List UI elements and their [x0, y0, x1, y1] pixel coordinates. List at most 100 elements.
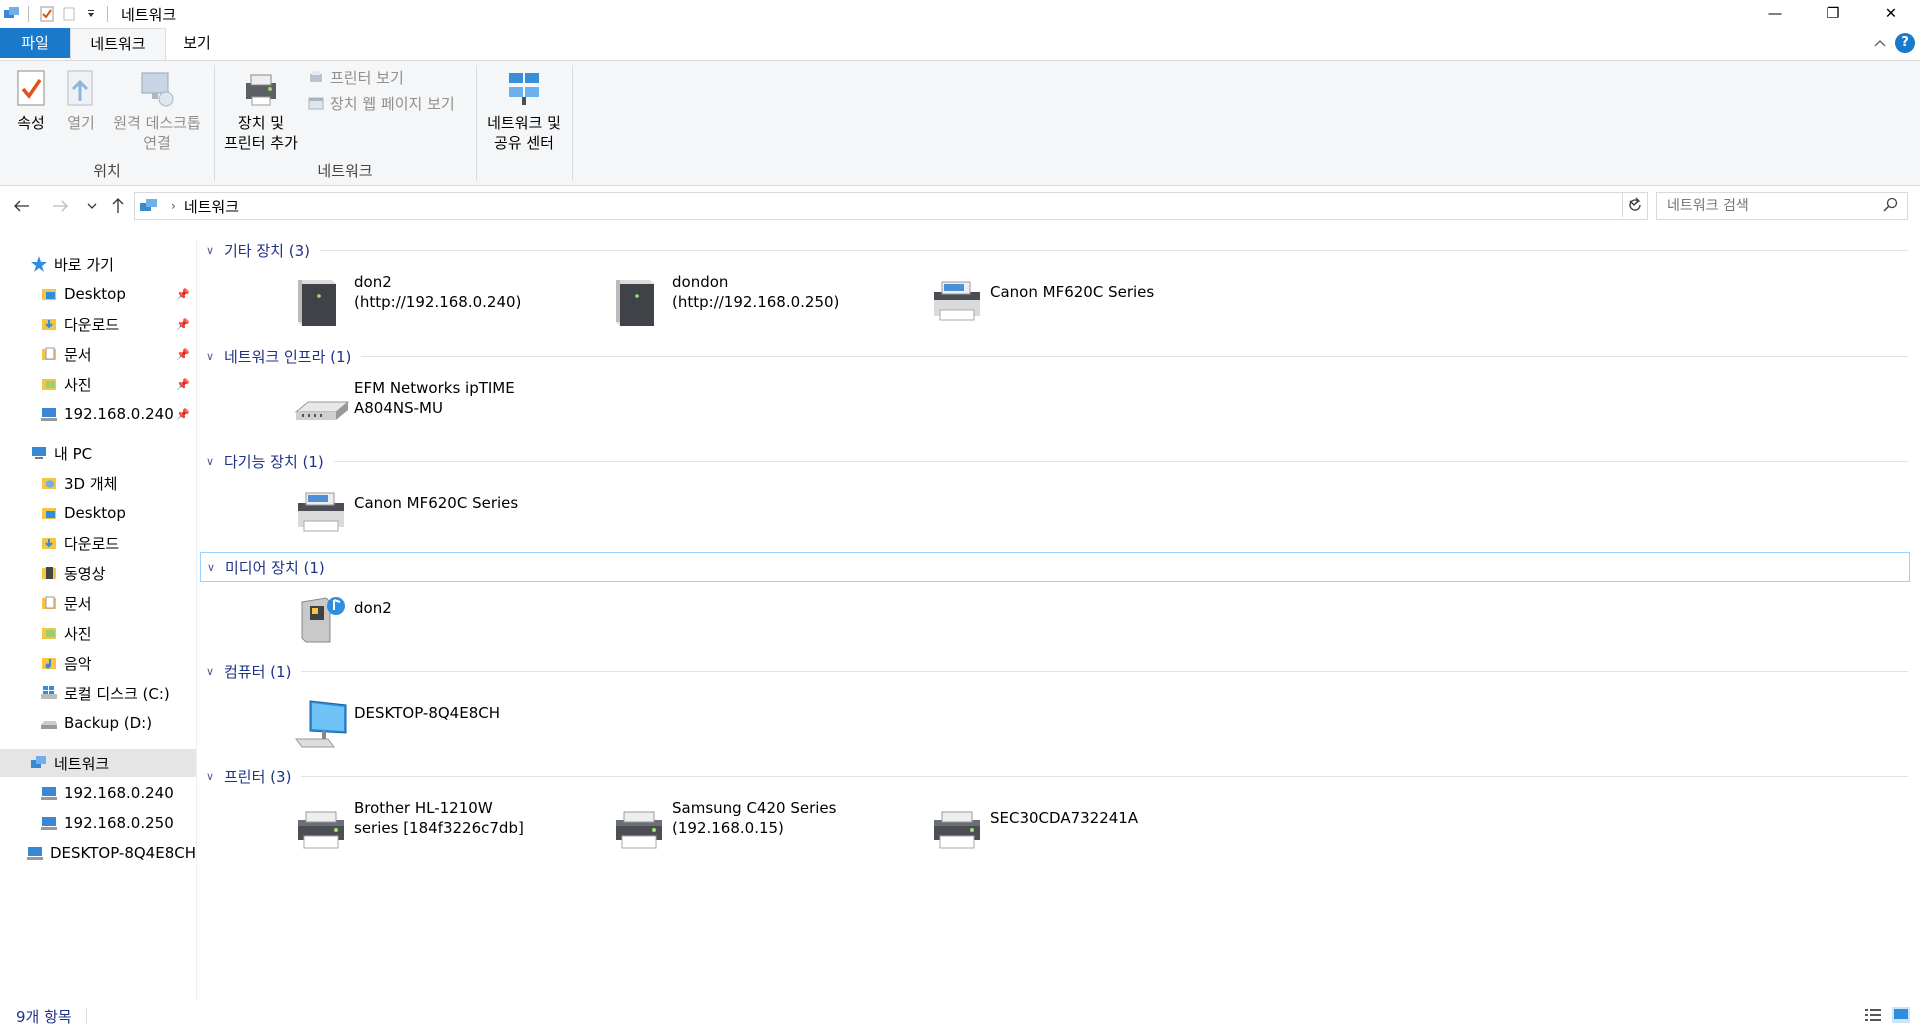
close-button[interactable]: ✕: [1862, 0, 1920, 28]
network-sharing-center-icon: [509, 73, 539, 105]
nav-pc-downloads[interactable]: 다운로드: [0, 529, 196, 557]
view-device-webpage-button[interactable]: 장치 웹 페이지 보기: [308, 93, 455, 114]
folder-documents-icon: [42, 347, 56, 360]
device-tile[interactable]: Canon MF620C Series: [928, 270, 1228, 332]
device-tile[interactable]: SEC30CDA732241A: [928, 796, 1228, 858]
window-controls: — ❐ ✕: [1746, 0, 1920, 28]
device-tile[interactable]: Canon MF620C Series: [292, 481, 592, 543]
printer-icon: [298, 811, 344, 849]
nav-net-250[interactable]: 192.168.0.250: [0, 809, 196, 837]
device-name: DESKTOP-8Q4E8CH: [354, 704, 500, 722]
network-app-icon[interactable]: [2, 4, 22, 24]
nav-qa-ip240[interactable]: 192.168.0.240 📌: [0, 400, 196, 428]
group-label-network: 네트워크: [317, 162, 373, 180]
nav-qa-desktop[interactable]: Desktop 📌: [0, 280, 196, 308]
nav-qa-documents[interactable]: 문서 📌: [0, 340, 196, 368]
network-computer-icon: [41, 787, 57, 800]
pin-icon[interactable]: 📌: [176, 288, 190, 301]
tab-file[interactable]: 파일: [0, 28, 70, 58]
pane-splitter[interactable]: [196, 240, 197, 1000]
view-printer-button[interactable]: 프린터 보기: [308, 67, 404, 88]
nav-network[interactable]: 네트워크: [0, 749, 196, 777]
nav-pc-3d[interactable]: 3D 개체: [0, 469, 196, 497]
network-computer-icon: [41, 408, 57, 421]
window-title: 네트워크: [121, 6, 177, 24]
back-button[interactable]: [10, 194, 34, 218]
search-box[interactable]: [1656, 192, 1908, 220]
device-tile[interactable]: DESKTOP-8Q4E8CH: [292, 691, 592, 753]
nav-label: 네트워크: [54, 754, 110, 773]
nav-pc-documents[interactable]: 문서: [0, 589, 196, 617]
folder-pictures-icon: [42, 379, 56, 390]
nav-pc-music[interactable]: 음악: [0, 649, 196, 677]
add-devices-button[interactable]: 장치 및 프린터 추가: [218, 69, 304, 153]
network-sharing-center-button[interactable]: 네트워크 및 공유 센터: [480, 69, 568, 153]
network-location-icon: [140, 199, 157, 211]
device-tile[interactable]: don2: [292, 586, 592, 648]
address-field[interactable]: › 네트워크: [134, 192, 1648, 220]
large-icons-view-icon[interactable]: [1892, 1007, 1910, 1023]
collapse-ribbon-icon[interactable]: [1874, 35, 1886, 51]
device-address: (http://192.168.0.240): [354, 293, 522, 311]
device-name: dondon: [672, 273, 729, 291]
group-header-computers[interactable]: ∨ 컴퓨터 (1): [200, 657, 1908, 685]
recent-locations-button[interactable]: [80, 194, 104, 218]
media-server-icon: [298, 280, 336, 326]
properties-button[interactable]: 속성: [8, 69, 54, 133]
group-header-network-infrastructure[interactable]: ∨ 네트워크 인프라 (1): [200, 342, 1908, 370]
pin-icon[interactable]: 📌: [176, 348, 190, 361]
help-button[interactable]: ?: [1895, 33, 1915, 53]
nav-label: 문서: [64, 594, 92, 613]
device-tile[interactable]: dondon (http://192.168.0.250): [610, 270, 910, 332]
nav-label: 내 PC: [54, 444, 93, 463]
group-title: 다기능 장치 (1): [224, 452, 324, 471]
ribbon-group-separator: [572, 65, 573, 181]
nav-this-pc[interactable]: 내 PC: [0, 439, 196, 467]
breadcrumb-network[interactable]: 네트워크: [184, 196, 239, 217]
forward-button[interactable]: [48, 194, 72, 218]
nav-qa-pictures[interactable]: 사진 📌: [0, 370, 196, 398]
device-tile[interactable]: Samsung C420 Series (192.168.0.15): [610, 796, 910, 858]
refresh-button[interactable]: [1622, 193, 1647, 217]
close-icon: ✕: [1884, 6, 1898, 22]
nav-pc-local-c[interactable]: 로컬 디스크 (C:): [0, 679, 196, 707]
customize-toolbar-icon[interactable]: [81, 4, 101, 24]
properties-quick-icon[interactable]: [37, 4, 57, 24]
nav-quick-access[interactable]: 바로 가기: [0, 250, 196, 278]
nav-pc-videos[interactable]: 동영상: [0, 559, 196, 587]
group-header-other-devices[interactable]: ∨ 기타 장치 (3): [200, 236, 1908, 264]
remote-desktop-button[interactable]: 원격 데스크톱 연결: [108, 69, 206, 153]
pin-icon[interactable]: 📌: [176, 378, 190, 391]
search-input[interactable]: [1665, 193, 1879, 219]
tab-network[interactable]: 네트워크: [70, 28, 166, 61]
device-tile[interactable]: don2 (http://192.168.0.240): [292, 270, 592, 332]
nav-pc-desktop[interactable]: Desktop: [0, 499, 196, 527]
restore-button[interactable]: ❐: [1804, 0, 1862, 28]
device-tile[interactable]: Brother HL-1210W series [184f3226c7db]: [292, 796, 592, 858]
group-title: 프린터 (3): [224, 767, 292, 786]
nav-qa-downloads[interactable]: 다운로드 📌: [0, 310, 196, 338]
device-name: don2: [354, 599, 392, 617]
nav-net-desktop[interactable]: DESKTOP-8Q4E8CH: [0, 839, 196, 867]
add-devices-label-2: 프린터 추가: [224, 134, 298, 152]
open-button[interactable]: 열기: [60, 69, 102, 133]
details-view-icon[interactable]: [1864, 1007, 1882, 1023]
tab-view[interactable]: 보기: [167, 28, 227, 58]
group-header-media-devices[interactable]: ∨ 미디어 장치 (1): [200, 552, 1910, 582]
up-button[interactable]: [106, 194, 130, 218]
pin-icon[interactable]: 📌: [176, 408, 190, 421]
new-folder-quick-icon[interactable]: [59, 4, 79, 24]
pin-icon[interactable]: 📌: [176, 318, 190, 331]
navigation-pane: 바로 가기 Desktop 📌 다운로드 📌 문서 📌 사진 📌 192.168…: [0, 240, 196, 1000]
group-header-multifunction-devices[interactable]: ∨ 다기능 장치 (1): [200, 447, 1908, 475]
nav-pc-backup-d[interactable]: Backup (D:): [0, 709, 196, 737]
group-header-printers[interactable]: ∨ 프린터 (3): [200, 762, 1908, 790]
nav-net-240[interactable]: 192.168.0.240: [0, 779, 196, 807]
nav-pc-pictures[interactable]: 사진: [0, 619, 196, 647]
minimize-button[interactable]: —: [1746, 0, 1804, 28]
add-devices-printer-icon: [246, 74, 276, 106]
search-icon[interactable]: [1883, 197, 1899, 217]
device-tile[interactable]: EFM Networks ipTIME A804NS-MU: [292, 376, 592, 438]
nav-label: 로컬 디스크 (C:): [64, 684, 170, 703]
ribbon-group-separator: [476, 65, 477, 181]
